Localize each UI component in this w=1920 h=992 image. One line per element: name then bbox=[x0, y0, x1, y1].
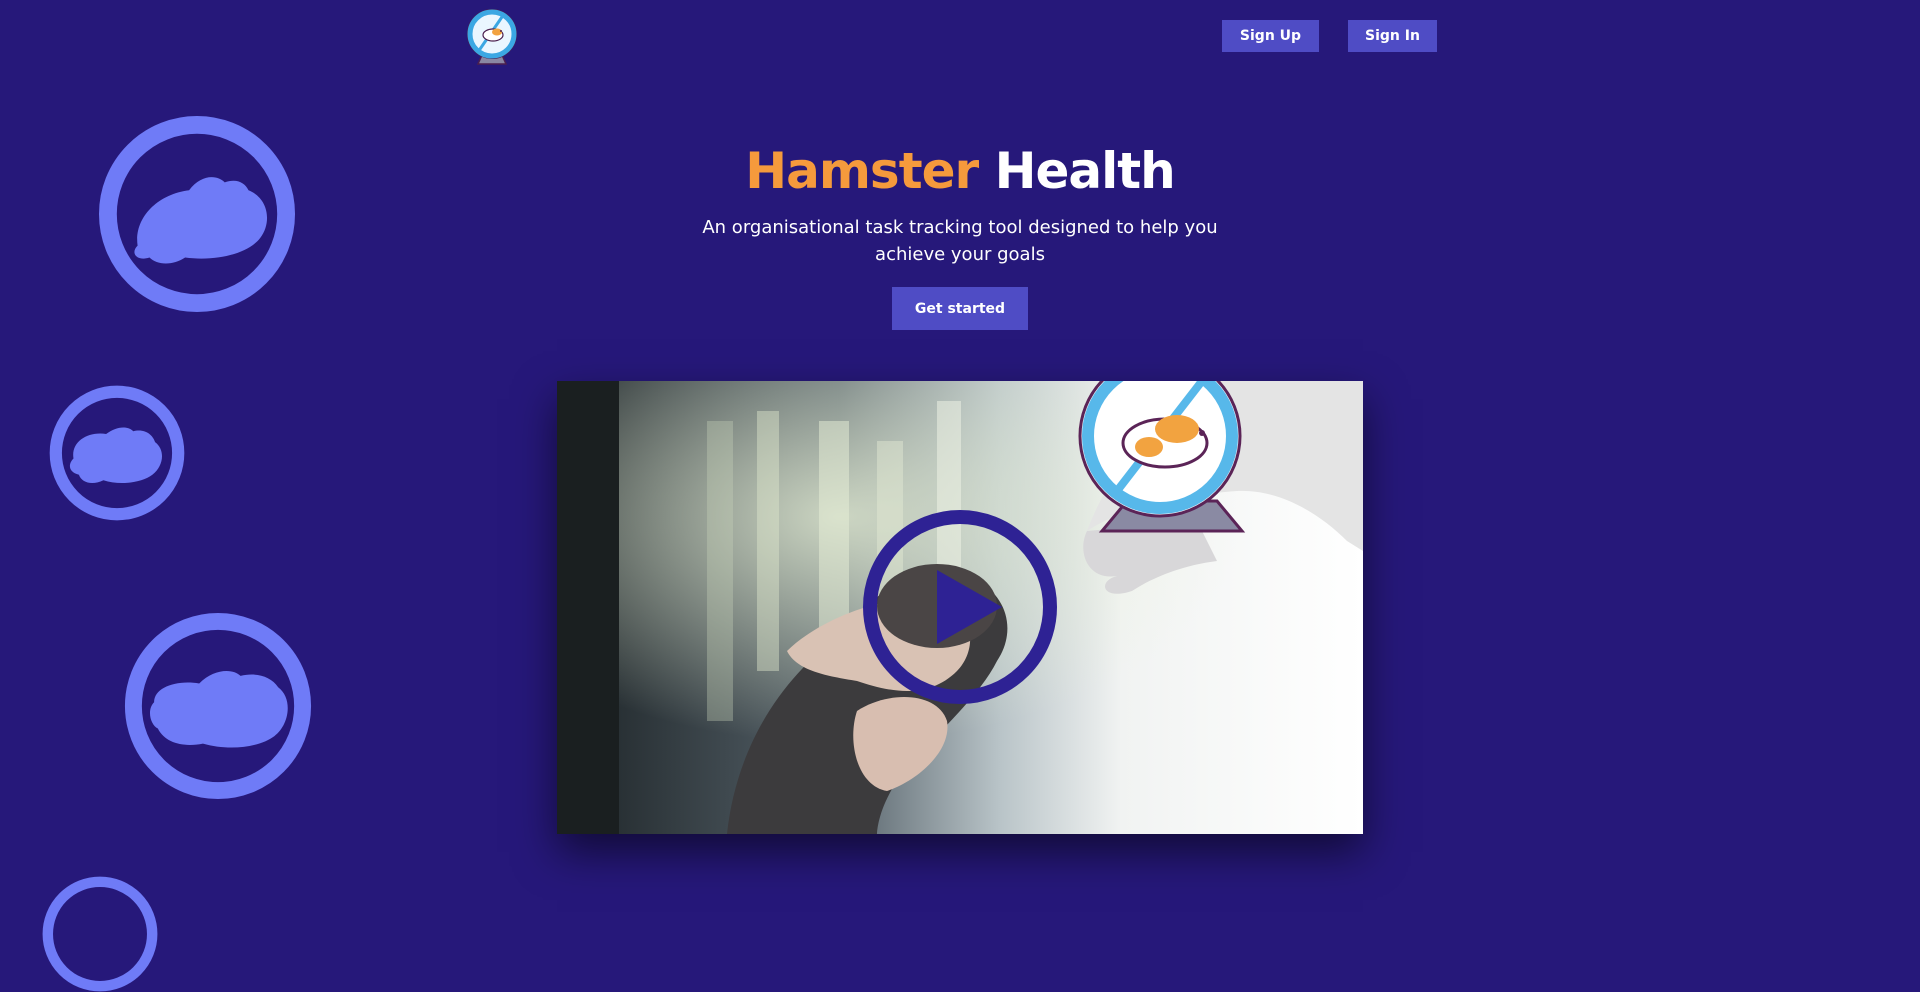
hamster-wheel-deco-icon bbox=[42, 876, 158, 992]
page-title: Hamster Health bbox=[0, 142, 1920, 200]
get-started-button[interactable]: Get started bbox=[892, 287, 1028, 330]
hamster-wheel-deco-icon bbox=[124, 612, 312, 800]
hero-subtitle: An organisational task tracking tool des… bbox=[702, 217, 1218, 265]
sign-up-button[interactable]: Sign Up bbox=[1222, 20, 1319, 52]
hamster-wheel-deco-icon bbox=[49, 385, 185, 521]
title-rest: Health bbox=[994, 142, 1176, 200]
hamster-wheel-logo-icon[interactable] bbox=[464, 6, 520, 66]
video-thumbnail bbox=[557, 381, 1363, 834]
title-accent: Hamster bbox=[745, 142, 979, 200]
sign-in-button[interactable]: Sign In bbox=[1348, 20, 1437, 52]
intro-video[interactable] bbox=[557, 381, 1363, 834]
